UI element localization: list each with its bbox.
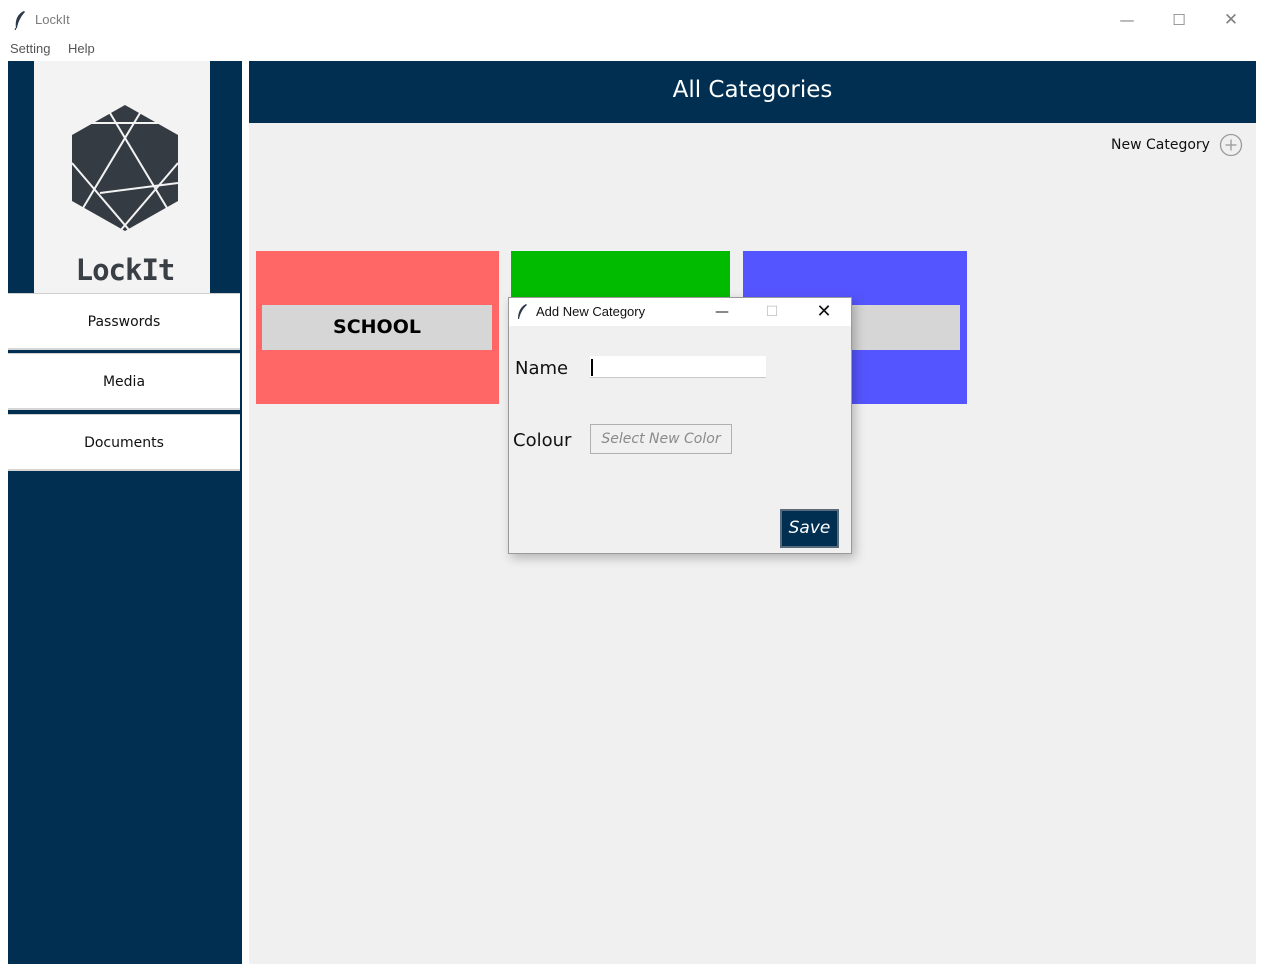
- logo-panel: LockIt: [34, 61, 210, 293]
- save-button[interactable]: Save: [780, 509, 839, 548]
- window-titlebar: LockIt — ☐ ✕: [0, 0, 1261, 38]
- text-cursor: [591, 359, 593, 376]
- header-bar: All Categories: [249, 61, 1256, 123]
- feather-app-icon: [518, 304, 527, 319]
- menubar: Setting Help: [0, 38, 1261, 60]
- feather-app-icon: [14, 11, 25, 30]
- close-button[interactable]: ✕: [1215, 6, 1247, 34]
- category-label[interactable]: SCHOOL: [262, 305, 492, 350]
- name-input[interactable]: [590, 356, 766, 378]
- dialog-minimize-button[interactable]: —: [709, 300, 735, 324]
- sidebar: LockIt Passwords Media Documents: [8, 61, 242, 964]
- dialog-close-button[interactable]: ✕: [811, 300, 837, 324]
- menu-setting[interactable]: Setting: [10, 41, 50, 56]
- nav-media[interactable]: Media: [8, 353, 240, 410]
- select-color-button[interactable]: Select New Color: [590, 424, 732, 454]
- menu-help[interactable]: Help: [68, 41, 95, 56]
- dialog-titlebar: Add New Category — ☐ ✕: [509, 298, 851, 326]
- name-label: Name: [515, 358, 569, 379]
- category-card-school[interactable]: SCHOOL: [256, 251, 499, 404]
- lockit-logo-icon: [71, 105, 179, 232]
- minimize-button[interactable]: —: [1111, 6, 1143, 34]
- add-category-dialog: Add New Category — ☐ ✕ Name Colour Selec…: [508, 297, 852, 554]
- dialog-maximize-button[interactable]: ☐: [759, 300, 785, 324]
- new-category-button[interactable]: New Category: [1111, 133, 1243, 157]
- nav-passwords[interactable]: Passwords: [8, 293, 240, 350]
- nav-documents[interactable]: Documents: [8, 414, 240, 471]
- new-category-label: New Category: [1111, 137, 1210, 153]
- maximize-button[interactable]: ☐: [1163, 6, 1195, 34]
- window-title: LockIt: [35, 12, 70, 27]
- logo-text: LockIt: [75, 253, 176, 287]
- colour-label: Colour: [513, 430, 572, 451]
- page-title: All Categories: [672, 77, 833, 103]
- plus-circle-icon: [1219, 133, 1243, 157]
- dialog-title: Add New Category: [536, 304, 646, 319]
